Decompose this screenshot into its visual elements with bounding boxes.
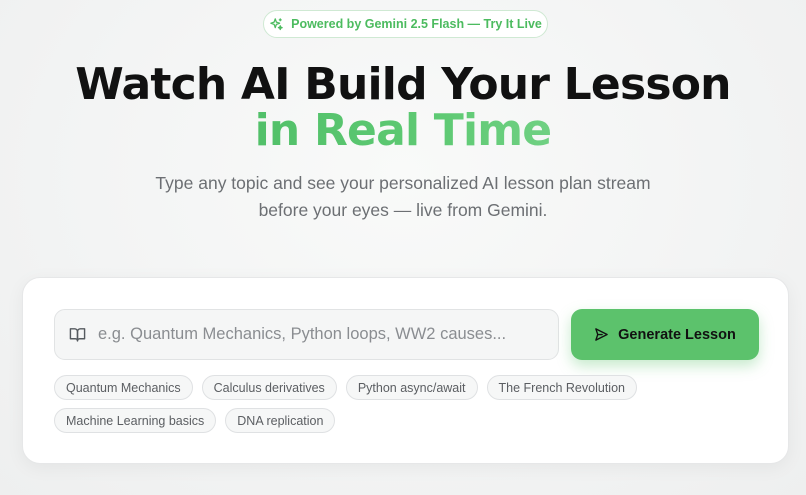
suggestion-row: Machine Learning basics DNA replication [54,408,754,433]
suggestion-chip-machine-learning-basics[interactable]: Machine Learning basics [54,408,217,433]
hero-subtitle: Type any topic and see your personalized… [0,170,806,224]
topic-input[interactable] [98,325,538,344]
lesson-input-card: Generate Lesson Quantum Mechanics Calcul… [22,277,789,464]
suggestion-chip-dna-replication[interactable]: DNA replication [225,408,336,433]
topic-suggestions: Quantum Mechanics Calculus derivatives P… [54,375,754,441]
generate-lesson-label: Generate Lesson [618,326,736,343]
suggestion-chip-calculus-derivatives[interactable]: Calculus derivatives [201,375,337,400]
hero-subtitle-line1: Type any topic and see your personalized… [155,173,651,193]
sparkles-icon [270,17,283,30]
powered-by-badge: Powered by Gemini 2.5 Flash — Try It Liv… [263,10,548,38]
book-icon [69,328,86,342]
send-icon [595,328,608,341]
suggestion-chip-quantum-mechanics[interactable]: Quantum Mechanics [54,375,193,400]
hero-subtitle-line2: before your eyes — live from Gemini. [258,200,548,220]
topic-field[interactable] [54,309,559,360]
generate-lesson-button[interactable]: Generate Lesson [571,309,759,360]
suggestion-chip-python-async-await[interactable]: Python async/await [345,375,478,400]
hero-title-line2: in Real Time [0,106,806,156]
badge-text: Powered by Gemini 2.5 Flash — Try It Liv… [291,17,542,31]
suggestion-row: Quantum Mechanics Calculus derivatives P… [54,375,754,400]
hero-title-line1: Watch AI Build Your Lesson [75,59,731,110]
suggestion-chip-french-revolution[interactable]: The French Revolution [486,375,637,400]
